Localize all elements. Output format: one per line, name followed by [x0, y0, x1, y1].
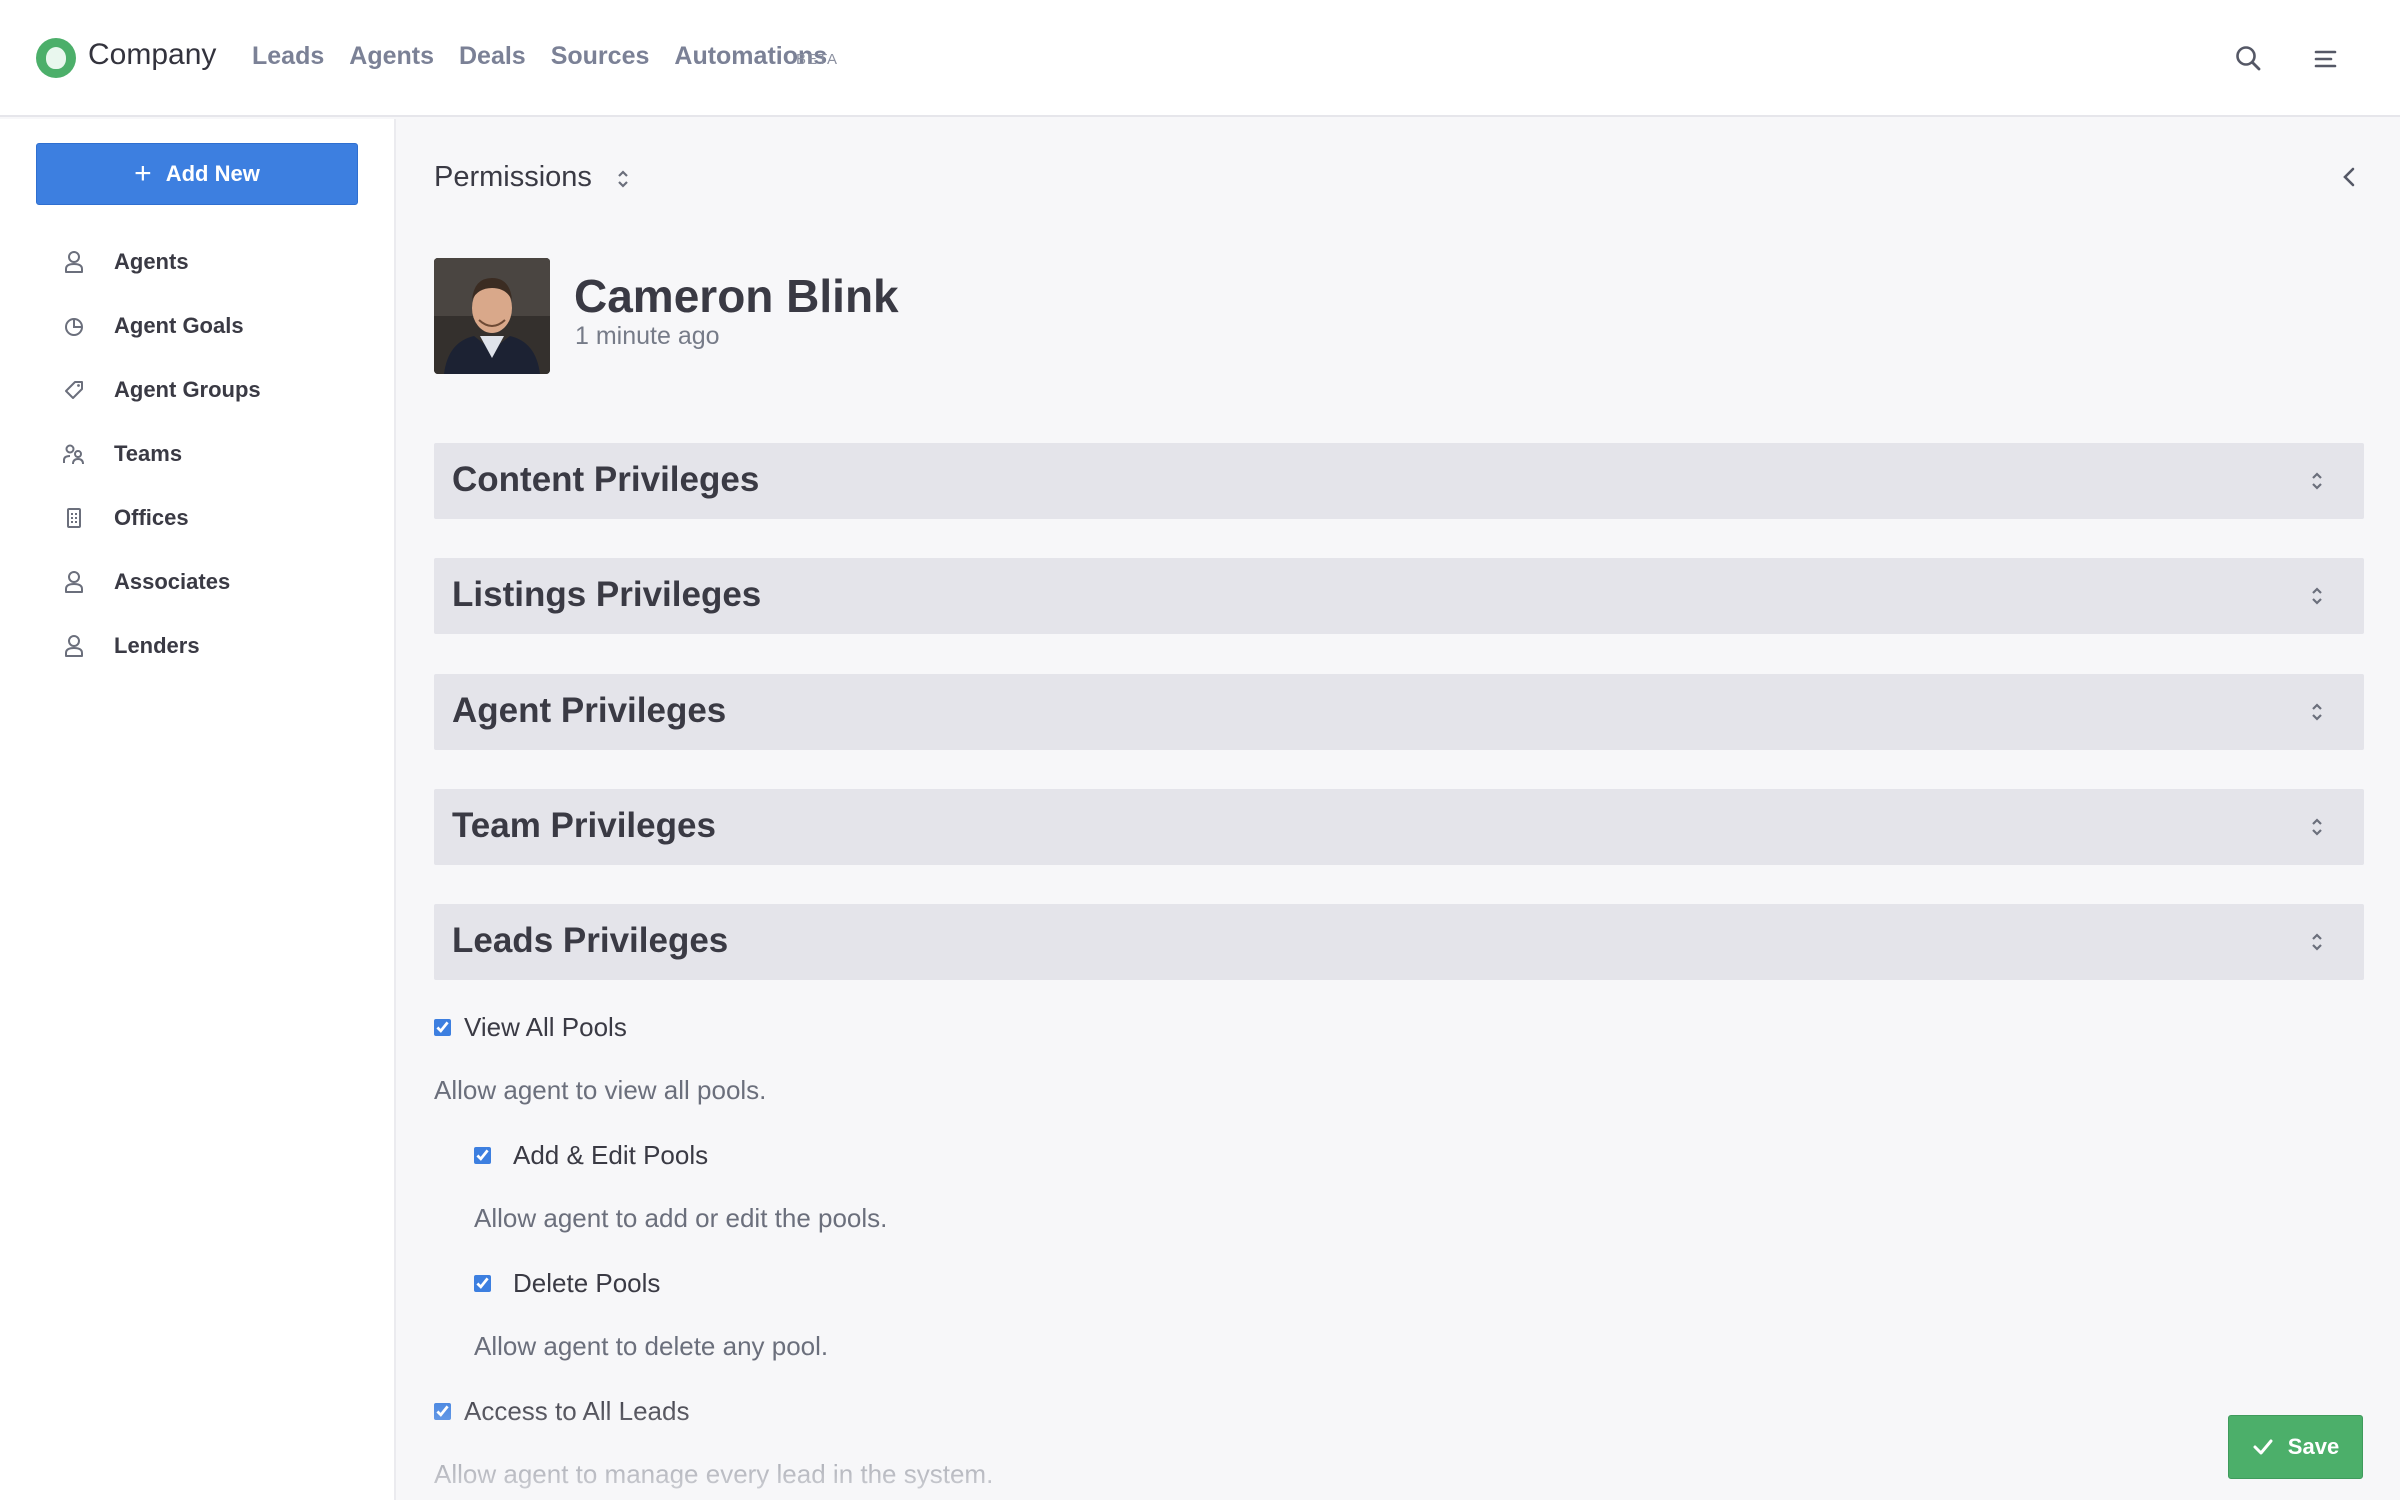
sidebar-item-label: Teams	[114, 441, 183, 466]
sidebar-item-associates[interactable]: Associates	[62, 562, 230, 602]
tag-icon	[62, 378, 86, 402]
section-title: Team Privileges	[452, 806, 716, 845]
sort-toggle-icon[interactable]	[616, 166, 630, 190]
agent-name: Cameron Blink	[574, 270, 899, 322]
pie-chart-icon	[62, 314, 86, 338]
sidebar-item-teams[interactable]: Teams	[62, 434, 182, 474]
permission-label: Access to All Leads	[464, 1396, 690, 1426]
permission-label: Delete Pools	[513, 1268, 661, 1298]
avatar	[434, 258, 550, 374]
permission-label: Add & Edit Pools	[513, 1140, 709, 1170]
nav-deals[interactable]: Deals	[459, 42, 526, 71]
permission-view-all-pools[interactable]: View All Pools	[434, 1012, 627, 1043]
sidebar-item-agents[interactable]: Agents	[62, 242, 189, 282]
section-content-privileges[interactable]: Content Privileges	[434, 443, 2364, 519]
sidebar-item-label: Lenders	[114, 633, 200, 658]
expand-toggle-icon	[2310, 469, 2324, 493]
user-icon	[62, 250, 86, 274]
sidebar: + Add New Agents Agent Goals Agent Group…	[0, 119, 396, 1500]
sidebar-item-label: Associates	[114, 569, 231, 594]
brand-name[interactable]: Company	[88, 38, 216, 72]
last-updated-time: 1 minute ago	[575, 322, 720, 350]
sidebar-item-label: Agents	[114, 249, 189, 274]
permission-description: Allow agent to manage every lead in the …	[434, 1459, 994, 1489]
section-title: Agent Privileges	[452, 691, 727, 730]
permission-add-edit-pools[interactable]: Add & Edit Pools	[474, 1140, 708, 1171]
sidebar-item-label: Agent Goals	[114, 313, 244, 338]
permission-description: Allow agent to delete any pool.	[474, 1331, 829, 1361]
sidebar-item-label: Offices	[114, 505, 189, 530]
page-title-text: Permissions	[434, 161, 592, 193]
top-navigation-bar: Company Leads Agents Deals Sources Autom…	[0, 0, 2400, 117]
nav-sources[interactable]: Sources	[551, 42, 650, 71]
page-title: Permissions	[434, 161, 630, 194]
user-icon	[62, 570, 86, 594]
expand-toggle-icon	[2310, 815, 2324, 839]
save-button[interactable]: Save	[2228, 1415, 2363, 1479]
expand-toggle-icon	[2310, 700, 2324, 724]
user-icon	[62, 634, 86, 658]
sidebar-item-lenders[interactable]: Lenders	[62, 626, 200, 666]
expand-toggle-icon	[2310, 584, 2324, 608]
main-nav: Leads Agents Deals Sources Automations	[252, 42, 852, 71]
building-icon	[62, 506, 86, 530]
sidebar-item-label: Agent Groups	[114, 377, 261, 402]
add-edit-pools-checkbox[interactable]	[474, 1147, 491, 1164]
search-icon[interactable]	[2232, 42, 2266, 76]
section-title: Content Privileges	[452, 460, 760, 499]
section-team-privileges[interactable]: Team Privileges	[434, 789, 2364, 865]
sidebar-item-agent-groups[interactable]: Agent Groups	[62, 370, 261, 410]
access-all-leads-checkbox[interactable]	[434, 1403, 451, 1420]
nav-leads[interactable]: Leads	[252, 42, 324, 71]
beta-badge: BETA	[796, 51, 839, 68]
permission-access-all-leads[interactable]: Access to All Leads	[434, 1396, 689, 1427]
permission-description: Allow agent to add or edit the pools.	[474, 1203, 888, 1233]
section-title: Listings Privileges	[452, 575, 762, 614]
plus-icon: +	[134, 157, 152, 190]
menu-icon[interactable]	[2308, 42, 2342, 76]
section-title: Leads Privileges	[452, 921, 729, 960]
permission-label: View All Pools	[464, 1012, 627, 1042]
view-all-pools-checkbox[interactable]	[434, 1019, 451, 1036]
save-label: Save	[2287, 1434, 2340, 1459]
add-new-label: Add New	[165, 161, 260, 186]
permission-delete-pools[interactable]: Delete Pools	[474, 1268, 660, 1299]
nav-agents[interactable]: Agents	[349, 42, 434, 71]
section-listings-privileges[interactable]: Listings Privileges	[434, 558, 2364, 634]
permission-description: Allow agent to view all pools.	[434, 1075, 767, 1105]
company-logo-icon[interactable]	[36, 38, 76, 78]
section-leads-privileges[interactable]: Leads Privileges	[434, 904, 2364, 980]
section-agent-privileges[interactable]: Agent Privileges	[434, 674, 2364, 750]
check-icon	[2253, 1439, 2273, 1455]
sidebar-item-agent-goals[interactable]: Agent Goals	[62, 306, 244, 346]
expand-toggle-icon	[2310, 930, 2324, 954]
add-new-button[interactable]: + Add New	[36, 143, 358, 205]
collapse-panel-chevron-left-icon[interactable]	[2336, 163, 2364, 191]
main-content: Permissions Cameron Blink 1 minute ago C…	[398, 119, 2400, 1500]
sidebar-item-offices[interactable]: Offices	[62, 498, 189, 538]
team-icon	[62, 442, 86, 466]
delete-pools-checkbox[interactable]	[474, 1275, 491, 1292]
